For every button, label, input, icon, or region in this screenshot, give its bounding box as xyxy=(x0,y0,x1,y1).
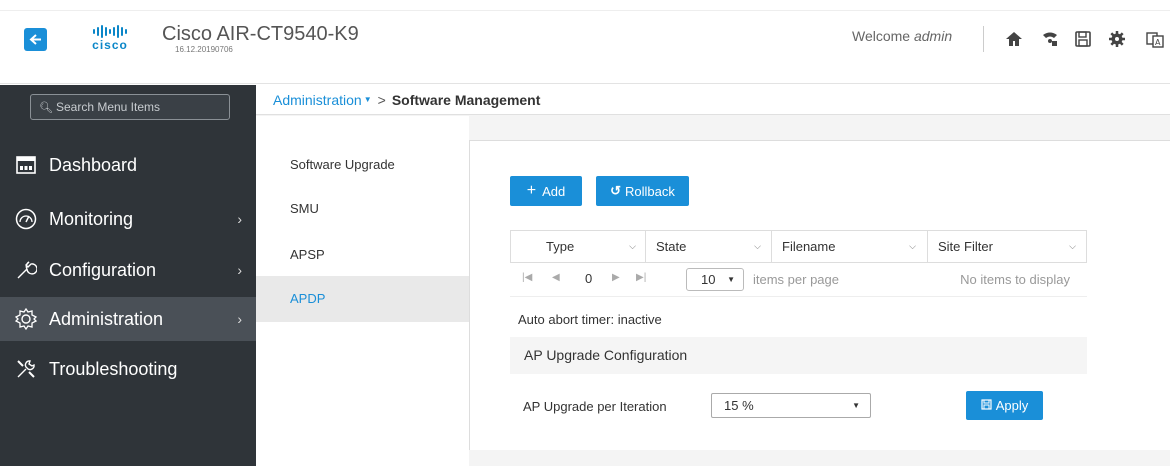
sidebar-item-dashboard[interactable]: Dashboard xyxy=(0,143,256,187)
troubleshooting-icon xyxy=(15,358,37,380)
username: admin xyxy=(913,28,953,44)
monitoring-icon xyxy=(15,208,37,230)
arrow-left-icon xyxy=(29,34,41,45)
column-label: Type xyxy=(546,239,575,254)
caret-down-icon: ▼ xyxy=(852,401,860,410)
app-version: 16.12.20190706 xyxy=(175,45,233,54)
sidebar-item-label: Administration xyxy=(49,308,164,329)
chevron-down-icon: ⌵ xyxy=(629,241,636,251)
subnav-item-apdp[interactable]: APDP xyxy=(256,276,469,322)
rollback-label: Rollback xyxy=(625,183,675,199)
welcome-text: Welcome admin xyxy=(852,28,953,44)
sidebar-item-label: Configuration xyxy=(49,259,157,280)
column-label: Site Filter xyxy=(938,239,993,254)
subnav-label: Software Upgrade xyxy=(290,157,395,172)
sidebar-item-label: Troubleshooting xyxy=(49,358,178,379)
per-iteration-value: 15 % xyxy=(724,398,754,413)
table-pager: |◀ ◀ 0 ▶ ▶| 10 ▼ items per page No items … xyxy=(510,263,1087,297)
search-icon: 🔍︎ xyxy=(39,102,53,114)
page-number: 0 xyxy=(585,271,593,286)
items-per-page-select[interactable]: 10 ▼ xyxy=(686,268,744,291)
sidebar-item-label: Dashboard xyxy=(49,154,138,175)
column-header-state[interactable]: State ⌵ xyxy=(645,231,771,262)
header-divider xyxy=(983,26,984,52)
chevron-right-icon: › xyxy=(237,311,242,327)
chevron-right-icon: › xyxy=(237,211,242,227)
empty-table-message: No items to display xyxy=(960,272,1070,287)
chevron-right-icon: › xyxy=(237,262,242,278)
per-page-value: 10 xyxy=(701,272,716,287)
add-label: Add xyxy=(542,183,566,199)
apply-button[interactable]: Apply xyxy=(966,391,1043,420)
add-button[interactable]: + Add xyxy=(510,176,582,206)
app-title: Cisco AIR-CT9540-K9 xyxy=(162,23,359,45)
chevron-down-icon: ⌵ xyxy=(909,241,916,251)
sidebar-item-configuration[interactable]: Configuration › xyxy=(0,248,256,292)
per-iteration-label: AP Upgrade per Iteration xyxy=(523,399,667,414)
column-header-type[interactable]: Type ⌵ xyxy=(534,231,646,262)
sidebar-item-label: Monitoring xyxy=(49,208,134,229)
subnav-label: APDP xyxy=(290,291,326,306)
breadcrumb-parent-link[interactable]: Administration xyxy=(273,92,362,108)
sidebar-item-troubleshooting[interactable]: Troubleshooting xyxy=(0,347,256,391)
cisco-logo: cisco xyxy=(80,24,140,54)
first-page-icon[interactable]: |◀ xyxy=(522,272,532,283)
home-icon[interactable] xyxy=(1005,30,1023,48)
chevron-down-icon: ⌵ xyxy=(754,241,761,251)
dashboard-icon xyxy=(15,154,37,176)
sidebar: 🔍︎ Search Menu Items Dashboard Monitoring… xyxy=(0,85,256,466)
sidebar-item-administration[interactable]: Administration › xyxy=(0,297,256,341)
breadcrumb-separator: > xyxy=(377,92,386,108)
wireless-icon[interactable] xyxy=(1041,30,1059,48)
page-title: Software Management xyxy=(391,92,541,108)
plus-icon: + xyxy=(526,182,537,199)
subnav-item-software-upgrade[interactable]: Software Upgrade xyxy=(256,142,469,188)
subnav-item-apsp[interactable]: APSP xyxy=(256,232,469,278)
rollback-button[interactable]: ↺ Rollback xyxy=(596,176,689,206)
apdp-panel: + Add ↺ Rollback Type ⌵ State ⌵ Filename ⌵ Si… xyxy=(469,140,1170,450)
per-iteration-select[interactable]: 15 % ▼ xyxy=(711,393,871,418)
abort-timer-status: Auto abort timer: inactive xyxy=(518,312,662,327)
section-title: AP Upgrade Configuration xyxy=(510,337,1087,374)
subnav-label: APSP xyxy=(290,247,325,262)
save-icon xyxy=(981,398,992,413)
breadcrumb: Administration ▼ > Software Management xyxy=(256,85,1170,115)
table-header: Type ⌵ State ⌵ Filename ⌵ Site Filter ⌵ xyxy=(510,230,1087,263)
column-label: Filename xyxy=(782,239,836,254)
back-button[interactable] xyxy=(24,28,47,51)
column-header-site-filter[interactable]: Site Filter ⌵ xyxy=(927,231,1086,262)
top-header: cisco Cisco AIR-CT9540-K9 16.12.20190706… xyxy=(0,0,1170,84)
column-label: State xyxy=(656,239,687,254)
save-icon[interactable] xyxy=(1074,30,1092,48)
caret-down-icon[interactable]: ▼ xyxy=(364,95,372,104)
chevron-down-icon: ⌵ xyxy=(1069,241,1076,251)
items-per-page-label: items per page xyxy=(753,272,839,287)
rollback-icon: ↺ xyxy=(610,183,622,198)
svg-text:A: A xyxy=(1155,38,1161,47)
last-page-icon[interactable]: ▶| xyxy=(636,272,646,283)
apply-label: Apply xyxy=(995,398,1029,413)
subnav-item-smu[interactable]: SMU xyxy=(256,186,469,232)
previous-page-icon[interactable]: ◀ xyxy=(552,272,560,283)
search-input[interactable]: 🔍︎ Search Menu Items xyxy=(30,94,230,120)
administration-icon xyxy=(15,308,37,330)
software-subnav: Software Upgrade SMU APSP APDP xyxy=(256,116,469,466)
sidebar-item-monitoring[interactable]: Monitoring › xyxy=(0,197,256,241)
subnav-label: SMU xyxy=(290,201,319,216)
translate-icon[interactable]: A xyxy=(1146,30,1164,48)
search-placeholder: Search Menu Items xyxy=(55,100,161,114)
next-page-icon[interactable]: ▶ xyxy=(612,272,620,283)
gear-icon[interactable] xyxy=(1108,30,1126,48)
brand-name: cisco xyxy=(92,38,128,52)
column-header-filename[interactable]: Filename ⌵ xyxy=(771,231,926,262)
top-strip xyxy=(0,0,1170,11)
main-content: Administration ▼ > Software Management Soft… xyxy=(256,85,1170,466)
configuration-icon xyxy=(15,259,37,281)
caret-down-icon: ▼ xyxy=(727,275,735,284)
